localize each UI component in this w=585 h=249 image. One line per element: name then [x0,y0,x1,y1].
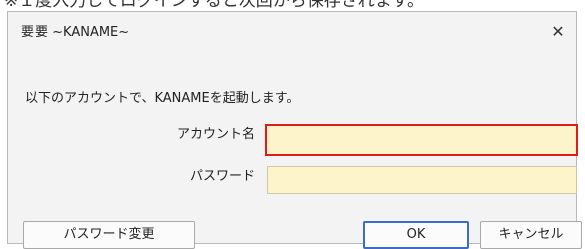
account-name-label: アカウント名 [176,127,255,142]
account-name-input[interactable] [265,124,578,156]
top-note-text: ※１度入力してログインすると次回から保存されます。 [4,0,425,11]
cancel-button[interactable]: キャンセル [480,221,582,249]
ok-button[interactable]: OK [363,221,469,249]
password-label: パスワード [189,169,255,184]
close-icon[interactable]: ✕ [546,20,570,44]
title-bar: 要 要 ~KANAME~ ✕ [8,12,576,54]
change-password-button[interactable]: パスワード変更 [23,221,195,249]
password-input[interactable] [267,166,577,194]
window-title: 要 ~KANAME~ [35,25,130,40]
app-icon: 要 [21,25,35,40]
dialog-message: 以下のアカウントで、KANAMEを起動します。 [25,91,300,106]
